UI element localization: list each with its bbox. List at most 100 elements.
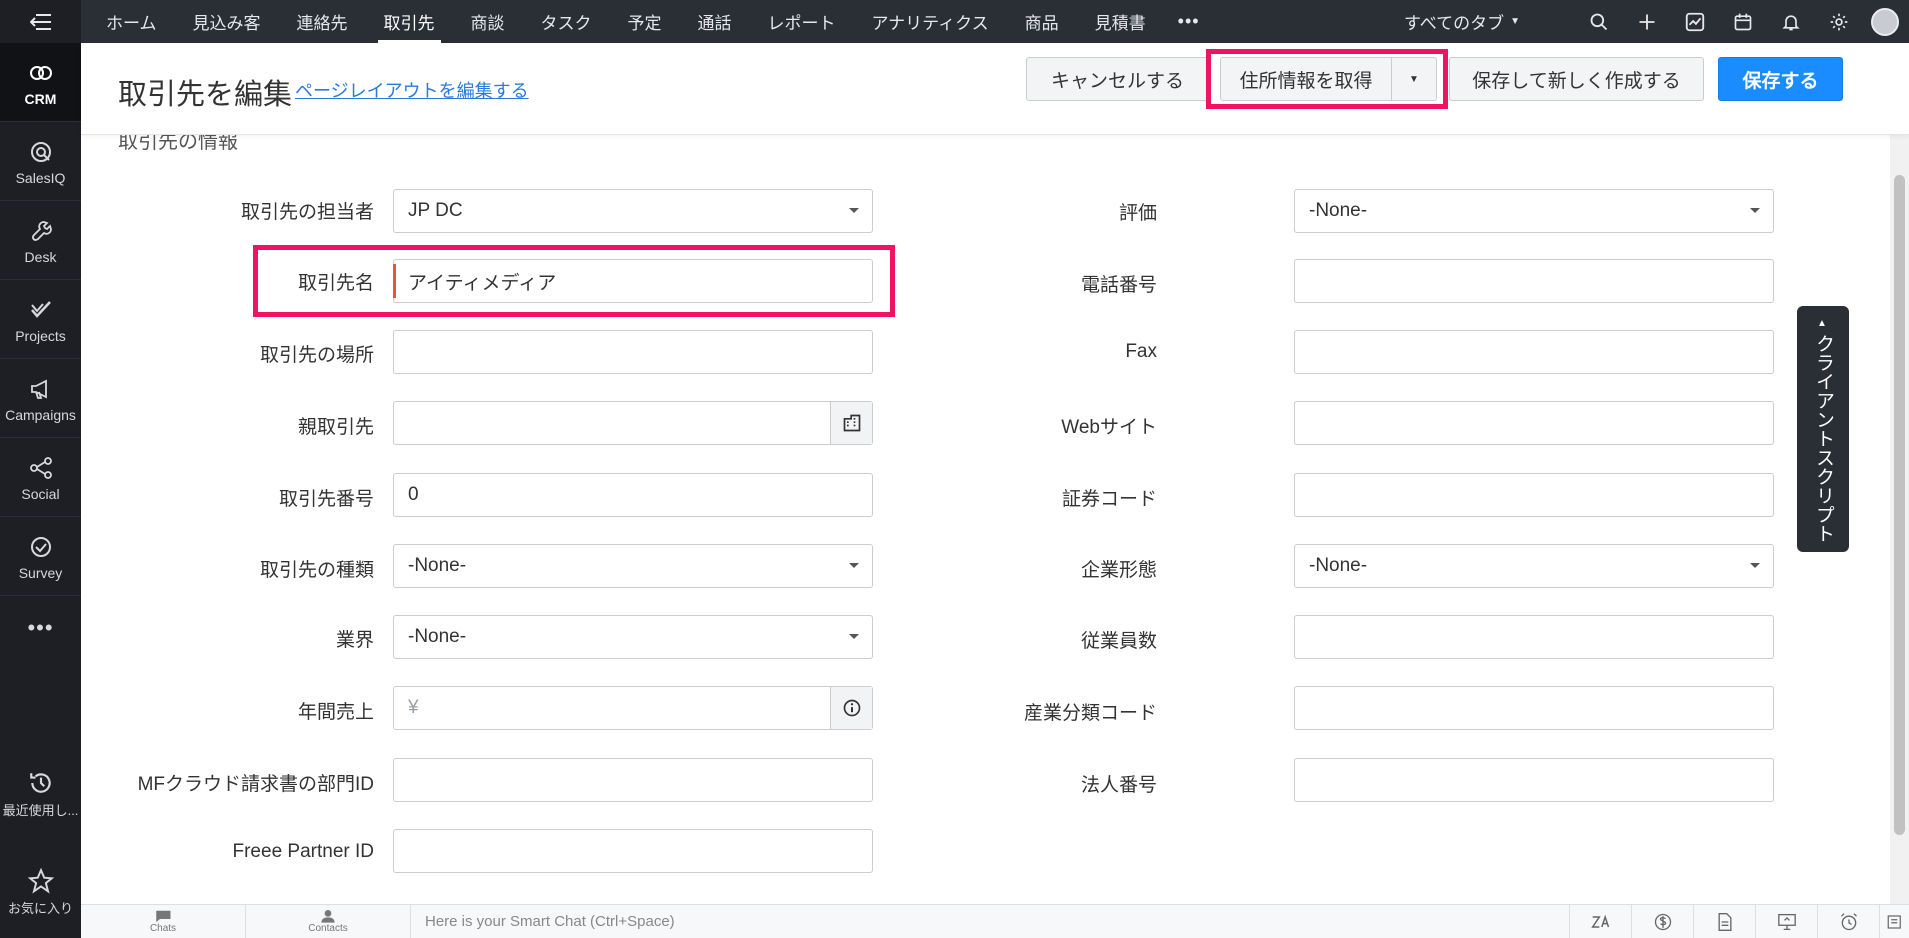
rail-item-social[interactable]: Social [0,438,81,517]
document-icon[interactable] [1693,904,1755,938]
calendar-icon[interactable] [1719,0,1767,43]
chats-button[interactable]: Chats [81,904,246,938]
fax-label: Fax [1125,341,1157,362]
form-content: 取引先の情報 取引先の担当者 JP DC 取引先名 アイティメディア 取引先の場… [81,135,1890,904]
signals-icon[interactable] [1671,0,1719,43]
save-and-new-button[interactable]: 保存して新しく作成する [1449,57,1704,101]
alarm-clock-icon[interactable] [1817,904,1879,938]
currency-placeholder: ¥ [408,697,419,718]
owner-select[interactable]: JP DC [393,189,873,233]
salesiq-icon [26,137,56,167]
menu-toggle-button[interactable] [0,0,81,43]
employees-input[interactable] [1294,615,1774,659]
edit-page-layout-link[interactable]: ページレイアウトを編集する [295,77,529,103]
presentation-icon[interactable] [1755,904,1817,938]
account-number-input[interactable]: 0 [393,473,873,517]
edit-header: 取引先を編集 ページレイアウトを編集する キャンセルする 住所情報を取得 ▼ 保… [81,43,1909,135]
industry-value: -None- [408,626,467,647]
industry-select[interactable]: -None- [393,615,873,659]
tab-deals[interactable]: 商談 [453,0,523,43]
account-number-label: 取引先番号 [278,489,374,510]
ticker-label: 証券コード [1061,489,1157,510]
star-icon [27,868,54,894]
rail-item-survey[interactable]: Survey [0,517,81,596]
save-button[interactable]: 保存する [1718,57,1843,101]
contacts-button[interactable]: Contacts [246,904,411,938]
hamburger-back-icon [29,13,51,30]
rail-favorites[interactable]: お気に入り [0,868,81,917]
tab-contacts[interactable]: 連絡先 [279,0,366,43]
fax-input[interactable] [1294,330,1774,374]
parent-account-label: 親取引先 [297,417,374,438]
building-lookup-icon[interactable] [830,402,872,444]
freee-partner-input[interactable] [393,829,873,873]
smart-chat-input[interactable]: Here is your Smart Chat (Ctrl+Space) [411,905,1569,938]
rail-recent[interactable]: 最近使用し... [0,770,81,819]
account-type-select[interactable]: -None- [393,544,873,588]
scrollbar-thumb[interactable] [1894,175,1905,835]
rail-item-campaigns[interactable]: Campaigns [0,359,81,438]
account-site-input[interactable] [393,330,873,374]
corporate-number-input[interactable] [1294,758,1774,802]
tab-calls[interactable]: 通話 [680,0,750,43]
rail-item-salesiq[interactable]: SalesIQ [0,122,81,201]
tab-more-button[interactable]: ••• [1164,11,1214,32]
rail-item-projects[interactable]: Projects [0,280,81,359]
tab-accounts[interactable]: 取引先 [366,0,453,43]
zia-icon[interactable] [1569,904,1631,938]
desk-icon [26,216,56,246]
client-script-tab[interactable]: ▲ クライアントスクリプト [1797,306,1849,552]
tab-analytics[interactable]: アナリティクス [854,0,1007,43]
rail-more-button[interactable]: ••• [0,596,81,659]
tab-quotes[interactable]: 見積書 [1077,0,1164,43]
client-script-label: クライアントスクリプト [1813,334,1834,543]
survey-icon [26,532,56,562]
rail-item-crm[interactable]: CRM [0,43,81,122]
mf-dept-input[interactable] [393,758,873,802]
corporate-number-label: 法人番号 [1080,775,1157,796]
dollar-icon[interactable] [1631,904,1693,938]
rail-item-desk[interactable]: Desk [0,201,81,280]
get-address-button[interactable]: 住所情報を取得 [1220,57,1392,101]
tab-home[interactable]: ホーム [88,0,175,43]
rating-select[interactable]: -None- [1294,189,1774,233]
tab-events[interactable]: 予定 [610,0,680,43]
ticker-input[interactable] [1294,473,1774,517]
tab-tasks[interactable]: タスク [523,0,610,43]
cancel-button[interactable]: キャンセルする [1026,57,1209,101]
contact-person-icon [321,910,335,923]
vertical-scrollbar[interactable] [1890,135,1909,904]
caret-down-icon [836,562,872,570]
tab-reports[interactable]: レポート [750,0,854,43]
website-input[interactable] [1294,401,1774,445]
info-icon[interactable] [830,687,872,729]
user-avatar[interactable] [1871,7,1899,36]
annual-revenue-label: 年間売上 [297,702,374,723]
phone-input[interactable] [1294,259,1774,303]
all-tabs-dropdown[interactable]: すべてのタブ ▼ [1404,0,1520,43]
gear-icon[interactable] [1815,0,1863,43]
rail-favorites-label: お気に入り [7,901,73,916]
rail-label: Projects [15,327,66,344]
ownership-select[interactable]: -None- [1294,544,1774,588]
history-icon [29,773,51,793]
owner-label: 取引先の担当者 [240,202,374,223]
get-address-dropdown-button[interactable]: ▼ [1391,57,1437,101]
chats-label: Chats [149,923,177,934]
sic-code-input[interactable] [1294,686,1774,730]
employees-label: 従業員数 [1080,631,1157,652]
search-icon[interactable] [1575,0,1623,43]
parent-account-input[interactable] [393,401,873,445]
account-name-input[interactable]: アイティメディア [393,259,873,303]
bell-icon[interactable] [1767,0,1815,43]
annual-revenue-input[interactable]: ¥ [393,686,873,730]
tab-products[interactable]: 商品 [1007,0,1077,43]
plus-icon[interactable] [1623,0,1671,43]
page-title: 取引先を編集 [118,79,293,111]
tab-leads[interactable]: 見込み客 [175,0,279,43]
caret-down-icon [1737,207,1773,215]
rail-label: CRM [24,90,57,107]
section-title: 取引先の情報 [118,135,238,153]
notes-icon[interactable] [1879,904,1909,938]
rating-value: -None- [1309,200,1368,221]
